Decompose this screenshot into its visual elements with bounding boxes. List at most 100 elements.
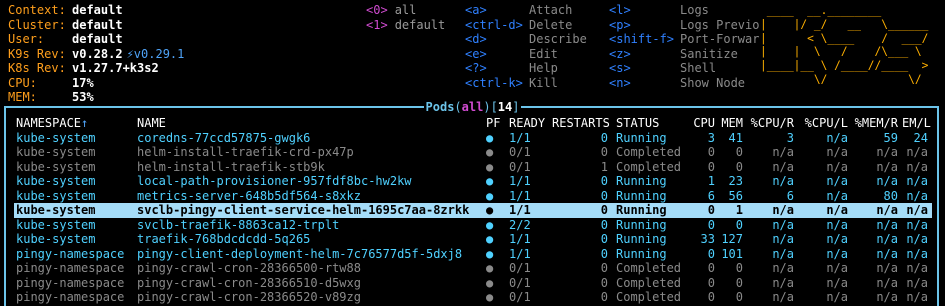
port-forward-status-icon: ● [486, 130, 494, 145]
namespace-key: <1> [366, 17, 388, 32]
col-name: pingy-crawl-cron-28366510-d5wxg [137, 275, 361, 290]
col-namespace: pingy-namespace [16, 261, 125, 275]
hint-key[interactable]: <d> [465, 32, 487, 47]
col-cpu: 3 [707, 130, 715, 145]
column-header-mem[interactable]: MEM [716, 116, 743, 131]
col-cpu: 33 [700, 232, 715, 246]
column-header-label: EM/L [902, 116, 931, 130]
info-key: Context: [8, 3, 66, 17]
col-ready: 1/1 [509, 246, 531, 261]
port-forward-status-icon: ● [486, 145, 494, 159]
column-header-restarts[interactable]: RESTARTS [552, 116, 610, 131]
col-cpu-r: n/a [772, 217, 794, 232]
col-mem-r: n/a [876, 145, 898, 159]
col-cpu-l: n/a [826, 174, 848, 188]
table-row[interactable]: kube-system helm-install-traefik-crd-px47… [16, 145, 932, 160]
title-count: 14 [497, 100, 513, 114]
col-mem-r: n/a [876, 174, 898, 188]
hint-key[interactable]: <?> [465, 61, 487, 76]
col-cpu-l: n/a [826, 188, 848, 203]
col-mem-l: n/a [906, 217, 928, 232]
col-name: svclb-pingy-client-service-helm-1695c7aa… [137, 203, 470, 217]
col-mem: 56 [728, 188, 743, 203]
column-header-namespace[interactable]: NAMESPACE↑ [16, 116, 136, 131]
column-header-pf[interactable]: PF [486, 116, 501, 131]
hint-key[interactable]: <p> [609, 18, 631, 33]
port-forward-status-icon: ● [486, 246, 494, 261]
col-mem: 0 [735, 159, 743, 174]
table-row[interactable]: kube-system local-path-provisioner-957fdf… [16, 174, 932, 189]
col-cpu-l: n/a [826, 159, 848, 174]
col-cpu: 0 [707, 159, 715, 174]
col-mem: 41 [728, 130, 743, 145]
col-cpu: 0 [707, 246, 715, 261]
col-ready: 0/1 [509, 275, 531, 290]
table-row-selected[interactable]: kube-system svclb-pingy-client-service-he… [14, 203, 932, 218]
hint-key[interactable]: <a> [465, 3, 487, 18]
hint-key[interactable]: <l> [609, 3, 631, 18]
port-forward-status-icon: ● [486, 159, 494, 174]
col-cpu-l: n/a [826, 203, 848, 217]
hint-key[interactable]: <ctrl-d> [465, 18, 523, 33]
table-row[interactable]: kube-system svclb-traefik-8863ca12-trplt ●… [16, 218, 932, 233]
hint-key[interactable]: <ctrl-k> [465, 76, 523, 91]
hint-key[interactable]: <n> [609, 76, 631, 91]
column-header-label: %MEM/R [854, 116, 898, 130]
table-row[interactable]: pingy-namespace pingy-client-deployment-h… [16, 247, 932, 262]
column-header-cpu-r[interactable]: %CPU/R [746, 116, 794, 131]
namespace-shortcut[interactable]: <1> default [366, 18, 445, 33]
col-mem-r: n/a [876, 203, 898, 217]
col-namespace: kube-system [16, 145, 96, 159]
port-forward-status-icon: ● [486, 203, 494, 217]
col-cpu-l: n/a [826, 261, 848, 275]
col-name: pingy-client-deployment-helm-7c76577d5f-… [137, 246, 463, 261]
upgrade-available-badge: ⚡v0.29.1 [126, 46, 185, 61]
column-header-mem-r[interactable]: %MEM/R [850, 116, 898, 131]
col-cpu-r: 3 [786, 130, 794, 145]
col-restarts: 0 [600, 188, 608, 203]
namespace-shortcut[interactable]: <0> all [366, 3, 416, 18]
table-row[interactable]: kube-system metrics-server-648b5df564-s8x… [16, 189, 932, 204]
hint-key[interactable]: <shift-f> [609, 32, 674, 47]
col-mem-l: n/a [906, 188, 928, 203]
hint-key[interactable]: <z> [609, 47, 631, 62]
col-mem: 127 [721, 232, 743, 246]
table-row[interactable]: kube-system coredns-77ccd57875-gwgk6 ● 1/1 0… [16, 131, 932, 146]
table-row[interactable]: kube-system helm-install-traefik-stb9k ● 0/… [16, 160, 932, 175]
table-row[interactable]: pingy-namespace pingy-crawl-cron-28366500… [16, 261, 932, 276]
col-cpu-r: n/a [772, 203, 794, 217]
col-cpu-r: n/a [772, 232, 794, 246]
col-namespace: kube-system [16, 174, 96, 188]
info-row: K9s Rev: v0.28.2 ⚡v0.29.1 [8, 47, 184, 62]
pods-table: NAMESPACE↑ NAME PF READY RESTARTS STATUS CPU ME… [14, 116, 932, 305]
column-header-mem-l[interactable]: EM/L [902, 116, 931, 131]
col-ready: 0/1 [509, 290, 531, 304]
table-row[interactable]: pingy-namespace pingy-crawl-cron-28366520… [16, 290, 932, 305]
col-mem-l: n/a [906, 203, 928, 217]
column-header-name[interactable]: NAME [137, 116, 477, 131]
col-mem-r: n/a [876, 290, 898, 304]
column-header-ready[interactable]: READY [509, 116, 551, 131]
hint-key[interactable]: <e> [465, 47, 487, 62]
col-cpu-r: n/a [772, 261, 794, 275]
col-namespace: kube-system [16, 203, 96, 217]
col-name: svclb-traefik-8863ca12-trplt [137, 217, 340, 232]
table-row[interactable]: pingy-namespace pingy-crawl-cron-28366510… [16, 276, 932, 291]
col-mem-r: n/a [876, 261, 898, 275]
col-cpu-r: n/a [772, 145, 794, 159]
table-row[interactable]: kube-system traefik-768bdcdcdd-5q265 ● 1/1 0… [16, 232, 932, 247]
info-value: 17% [72, 75, 94, 90]
col-cpu-r: n/a [772, 159, 794, 174]
column-header-label: PF [486, 116, 501, 130]
col-cpu: 0 [707, 261, 715, 275]
col-namespace: kube-system [16, 217, 96, 232]
col-mem: 0 [735, 261, 743, 275]
col-name: coredns-77ccd57875-gwgk6 [137, 130, 311, 145]
col-mem-l: n/a [906, 290, 928, 304]
hint-key[interactable]: <s> [609, 61, 631, 76]
column-header-cpu-l[interactable]: %CPU/L [798, 116, 848, 131]
col-mem-r: n/a [876, 232, 898, 246]
hint-label: Edit [529, 46, 558, 61]
column-header-cpu[interactable]: CPU [679, 116, 715, 131]
column-header-label: STATUS [616, 116, 660, 130]
